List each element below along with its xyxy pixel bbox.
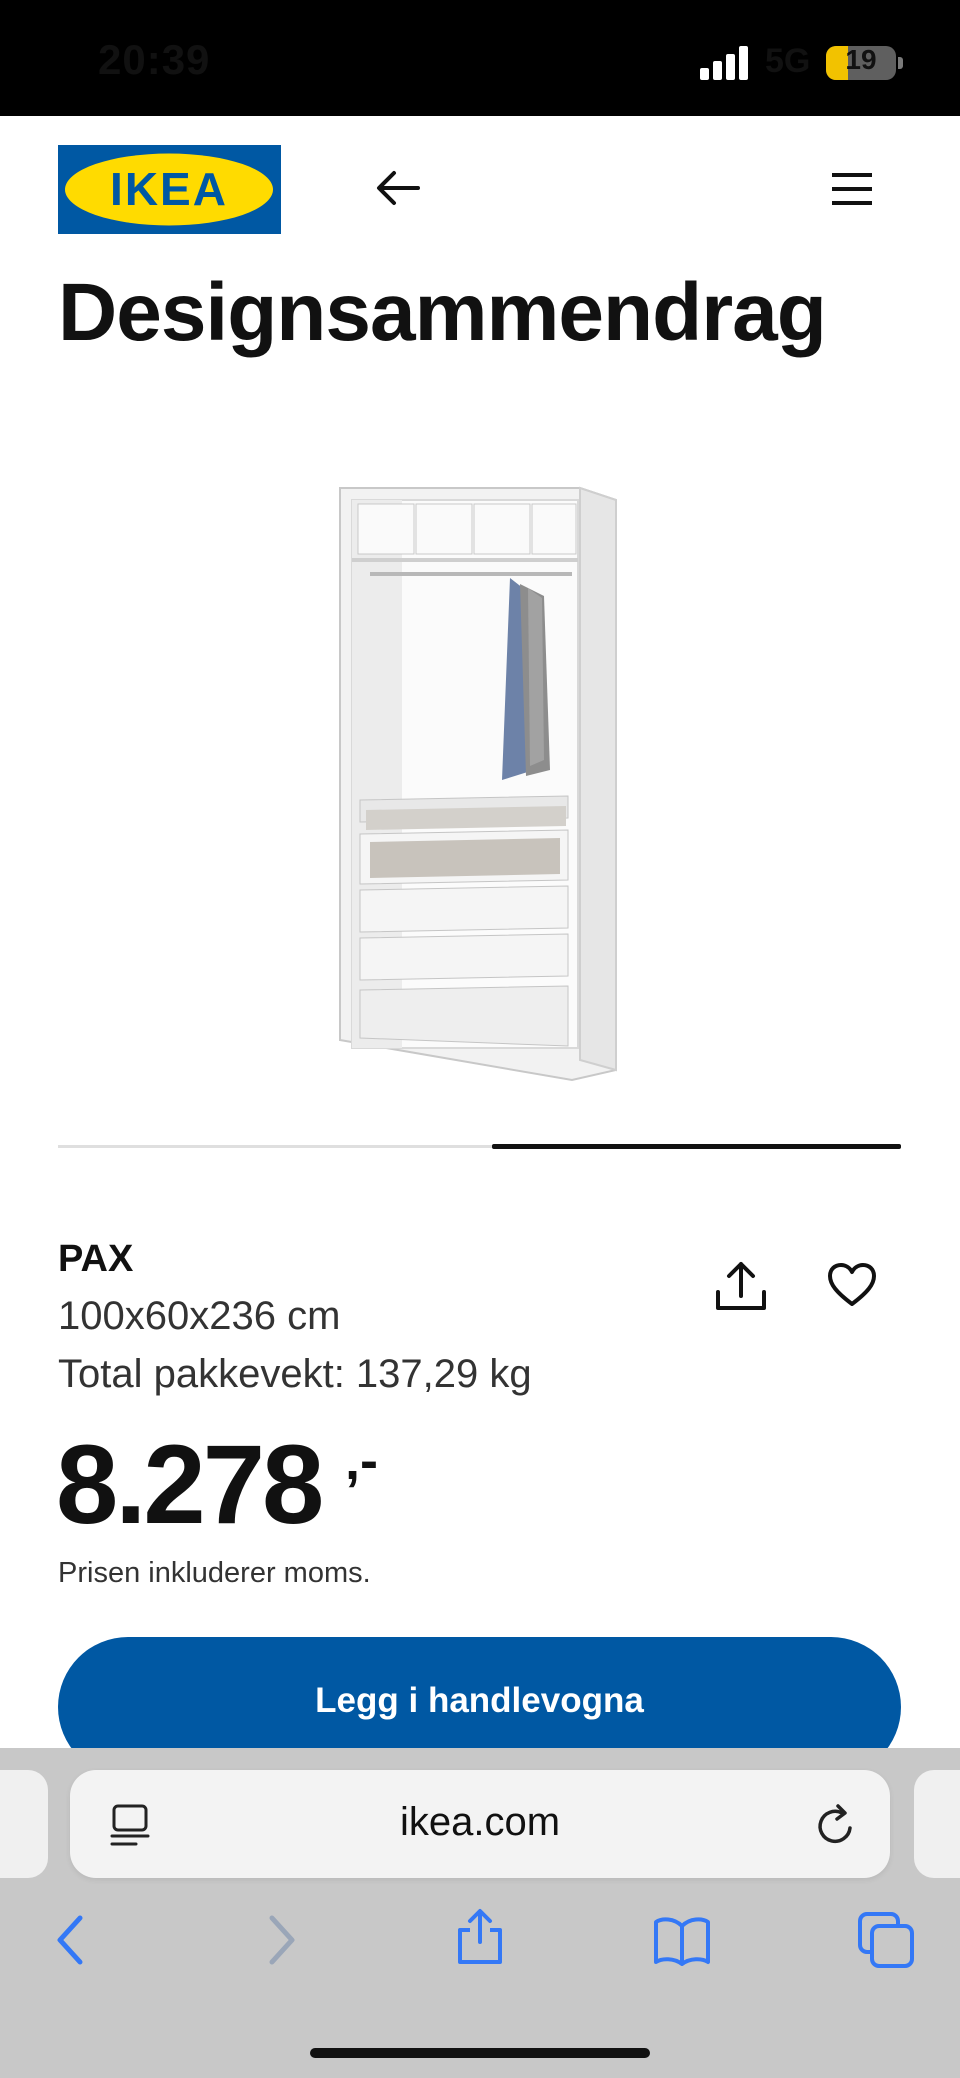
share-icon[interactable] bbox=[450, 1906, 510, 1966]
page-title: Designsammendrag bbox=[58, 267, 827, 358]
wardrobe-image[interactable] bbox=[330, 470, 630, 1090]
svg-text:IKEA: IKEA bbox=[110, 163, 228, 215]
price-suffix: ,- bbox=[345, 1431, 378, 1491]
tabs-icon[interactable] bbox=[856, 1910, 916, 1970]
ikea-logo[interactable]: IKEA bbox=[58, 145, 281, 234]
battery-percent: 19 bbox=[845, 44, 877, 75]
product-weight: Total pakkevekt: 137,29 kg bbox=[58, 1352, 532, 1396]
product-price: 8.278 bbox=[56, 1422, 324, 1547]
product-dimensions: 100x60x236 cm bbox=[58, 1294, 341, 1338]
url-text[interactable]: ikea.com bbox=[70, 1800, 890, 1845]
back-icon[interactable] bbox=[42, 1910, 102, 1970]
signal-icon bbox=[700, 46, 748, 80]
reload-icon[interactable] bbox=[812, 1800, 860, 1850]
home-indicator bbox=[310, 2048, 650, 2058]
status-time: 20:39 bbox=[98, 36, 211, 83]
next-tab-preview[interactable] bbox=[914, 1770, 960, 1878]
product-name: PAX bbox=[58, 1238, 134, 1280]
forward-icon[interactable] bbox=[250, 1910, 310, 1970]
gallery-scroll-thumb[interactable] bbox=[492, 1144, 901, 1149]
back-arrow-icon[interactable] bbox=[372, 162, 424, 214]
previous-tab-preview[interactable] bbox=[0, 1770, 48, 1878]
network-label: 5G bbox=[765, 42, 811, 80]
battery-nub bbox=[898, 57, 903, 69]
vat-note: Prisen inkluderer moms. bbox=[58, 1557, 371, 1589]
hamburger-menu-icon[interactable] bbox=[826, 165, 878, 213]
bookmarks-icon[interactable] bbox=[652, 1910, 712, 1970]
share-icon[interactable] bbox=[712, 1258, 770, 1316]
add-to-cart-label: Legg i handlevogna bbox=[315, 1681, 644, 1720]
heart-icon[interactable] bbox=[826, 1260, 878, 1312]
